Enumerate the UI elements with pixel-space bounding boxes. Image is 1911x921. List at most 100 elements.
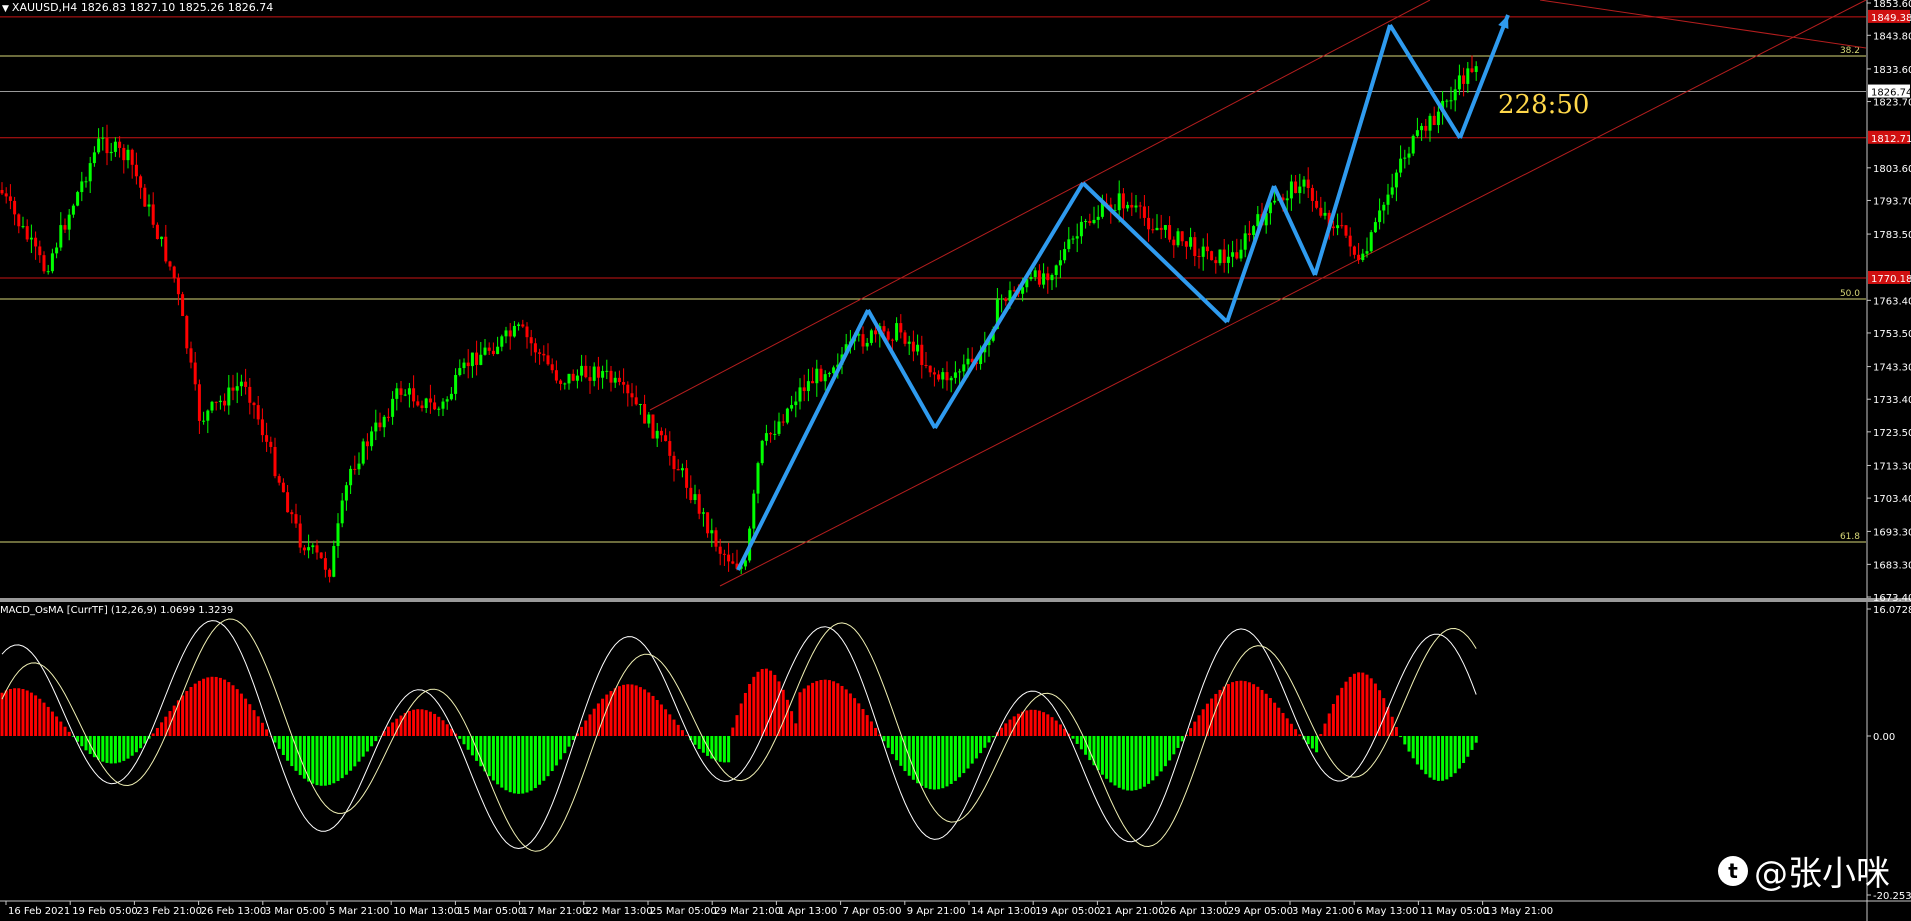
macd-histogram-bar [899, 736, 903, 766]
macd-histogram-bar [13, 688, 17, 736]
candle-body [454, 375, 458, 394]
candle-body [134, 164, 138, 177]
candle-body [139, 176, 143, 188]
candle-body [521, 324, 525, 327]
candle-body [567, 373, 571, 384]
candle-body [1168, 225, 1172, 240]
candle-body [42, 255, 46, 272]
macd-histogram-bar [1369, 678, 1373, 736]
time-tick-label: 17 Mar 21:00 [522, 906, 589, 917]
time-tick-label: 19 Apr 05:00 [1035, 906, 1100, 917]
candle-body [1344, 225, 1348, 236]
macd-histogram-bar [1331, 703, 1335, 736]
time-tick-label: 29 Apr 05:00 [1228, 906, 1293, 917]
chart-canvas[interactable]: 1853.60 1843.80 1833.60 1823.70 1803.60 1793.… [0, 0, 1911, 921]
candle-body [1134, 205, 1138, 208]
time-tick-label: 7 Apr 05:00 [843, 906, 902, 917]
macd-histogram-bar [210, 676, 214, 736]
candle-body [428, 398, 432, 403]
candle-body [563, 383, 567, 385]
candle-body [1222, 249, 1226, 263]
macd-histogram-bar [55, 716, 59, 736]
macd-histogram-bar [853, 698, 857, 736]
candle-body [945, 372, 949, 381]
macd-histogram-bar [428, 711, 432, 736]
candle-body [1231, 252, 1235, 257]
macd-histogram-bar [1054, 720, 1058, 736]
candle-body [722, 553, 726, 555]
candle-body [550, 364, 554, 371]
macd-histogram-bar [1457, 736, 1461, 769]
candle-body [1390, 187, 1394, 195]
macd-histogram-bar [1357, 672, 1361, 736]
candle-body [886, 331, 890, 340]
candle-body [126, 149, 130, 161]
candle-body [197, 384, 201, 421]
candle-body [596, 366, 600, 378]
macd-histogram-bar [622, 684, 626, 736]
macd-histogram-bar [1243, 681, 1247, 736]
macd-histogram-bar [911, 736, 915, 780]
macd-histogram-bar [832, 681, 836, 736]
macd-histogram-bar [748, 683, 752, 736]
candle-body [794, 401, 798, 406]
macd-histogram-bar [844, 689, 848, 736]
candle-body [1428, 115, 1432, 131]
candle-body [1033, 270, 1037, 278]
macd-histogram-bar [4, 690, 8, 736]
macd-histogram-bar [638, 687, 642, 736]
candle-body [752, 493, 756, 529]
macd-histogram-bar [605, 694, 609, 736]
macd-histogram-bar [1222, 686, 1226, 736]
candle-body [1462, 75, 1466, 84]
macd-histogram-bar [105, 736, 109, 763]
macd-histogram-bar [676, 724, 680, 736]
time-tick-label: 11 May 05:00 [1420, 906, 1489, 917]
candle-body [815, 368, 819, 384]
candle-body [861, 334, 865, 347]
macd-histogram-bar [798, 692, 802, 736]
candle-body [1394, 172, 1398, 188]
candle-body [1247, 233, 1251, 236]
candle-body [1189, 237, 1193, 247]
candle-body [785, 408, 789, 423]
red-level-label: 1770.18 [1871, 274, 1911, 285]
macd-histogram-bar [0, 692, 4, 736]
macd-histogram-bar [1281, 712, 1285, 736]
candle-body [25, 226, 29, 240]
candle-body [462, 362, 466, 369]
zigzag-wave-segment [1272, 185, 1317, 276]
candle-body [357, 463, 361, 470]
macd-histogram-bar [231, 685, 235, 736]
macd-histogram-bar [1252, 684, 1256, 736]
macd-histogram-bar [260, 722, 264, 736]
candle-body [966, 358, 970, 365]
time-tick-label: 13 May 21:00 [1485, 906, 1554, 917]
candle-body [769, 433, 773, 435]
macd-histogram-bar [517, 736, 521, 794]
macd-histogram-bar [949, 736, 953, 784]
macd-histogram-bar [1004, 723, 1008, 736]
macd-histogram-bar [458, 736, 462, 739]
macd-histogram-bar [151, 733, 155, 736]
macd-histogram-bar [1121, 736, 1125, 790]
macd-histogram-bar [139, 736, 143, 749]
macd-histogram-bar [626, 684, 630, 736]
candle-body [433, 402, 437, 410]
macd-histogram-bar [1172, 736, 1176, 755]
candle-body [4, 193, 8, 197]
candle-body [1130, 204, 1134, 208]
candle-body [676, 469, 680, 471]
candle-body [916, 344, 920, 352]
candle-body [1361, 253, 1365, 261]
candle-body [500, 336, 504, 347]
time-tick-label: 6 May 13:00 [1356, 906, 1418, 917]
macd-histogram-bar [617, 686, 621, 736]
macd-histogram-bar [1037, 710, 1041, 736]
candle-body [1420, 125, 1424, 131]
dropdown-triangle-icon[interactable]: ▼ [2, 4, 9, 14]
candle-body [1470, 68, 1474, 72]
candle-body [1252, 226, 1256, 236]
candle-body [223, 400, 227, 406]
candle-body [533, 343, 537, 353]
